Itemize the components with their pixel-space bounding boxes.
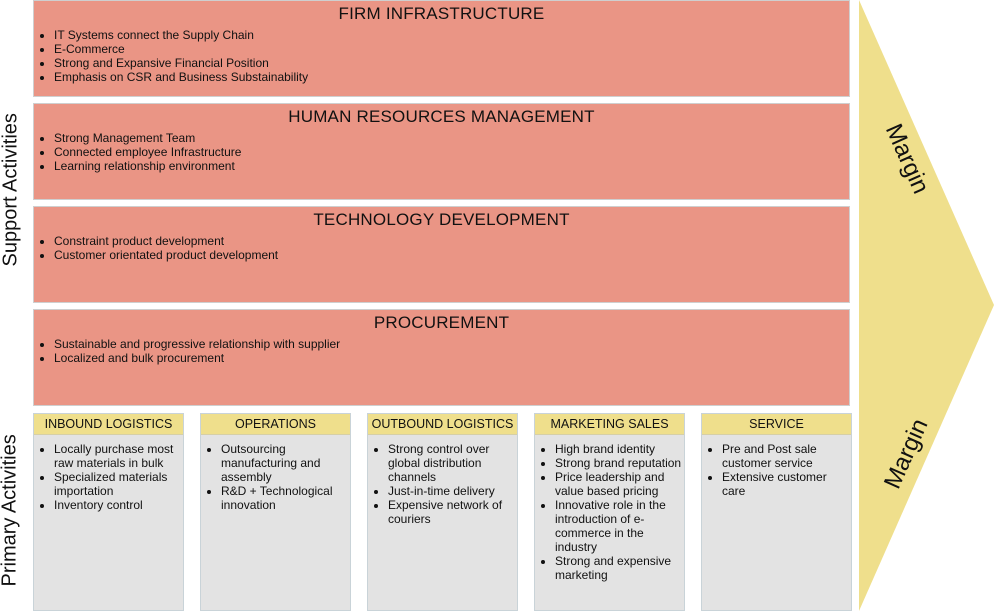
support-activity-human-resources-management: HUMAN RESOURCES MANAGEMENT Strong Managem… <box>33 103 850 200</box>
support-activity-title: HUMAN RESOURCES MANAGEMENT <box>288 107 595 126</box>
list-item: Customer orientated product development <box>54 248 849 262</box>
list-item: Sustainable and progressive relationship… <box>54 337 849 351</box>
list-item: E-Commerce <box>54 42 849 56</box>
list-item: Strong brand reputation <box>555 456 684 470</box>
list-item: Strong control over global distribution … <box>388 442 517 484</box>
list-item: Expensive network of couriers <box>388 498 517 526</box>
primary-activity-operations: OPERATIONS Outsourcing manufacturing and … <box>200 413 351 611</box>
list-item: Strong Management Team <box>54 131 849 145</box>
support-activity-list: Sustainable and progressive relationship… <box>34 337 849 365</box>
list-item: R&D + Technological innovation <box>221 484 350 512</box>
list-item: Extensive customer care <box>722 470 851 498</box>
primary-activity-title: OUTBOUND LOGISTICS <box>368 414 517 435</box>
support-activities-label: Support Activities <box>0 113 22 267</box>
primary-activity-title: OPERATIONS <box>201 414 350 435</box>
primary-activity-inbound-logistics: INBOUND LOGISTICS Locally purchase most r… <box>33 413 184 611</box>
support-activity-procurement: PROCUREMENT Sustainable and progressive r… <box>33 309 850 406</box>
primary-activities-label: Primary Activities <box>0 434 21 587</box>
primary-activity-list: Locally purchase most raw materials in b… <box>34 442 183 512</box>
list-item: Learning relationship environment <box>54 159 849 173</box>
list-item: Specialized materials importation <box>54 470 183 498</box>
support-activity-list: IT Systems connect the Supply ChainE-Com… <box>34 28 849 84</box>
primary-activity-list: High brand identityStrong brand reputati… <box>535 442 684 582</box>
primary-activity-marketing-sales: MARKETING SALESHigh brand identityStrong… <box>534 413 685 611</box>
primary-activity-title: SERVICE <box>702 414 851 435</box>
list-item: Localized and bulk procurement <box>54 351 849 365</box>
list-item: Just-in-time delivery <box>388 484 517 498</box>
primary-activity-outbound-logistics: OUTBOUND LOGISTICS Strong control over gl… <box>367 413 518 611</box>
primary-activity-service: SERVICE Pre and Post sale customer servic… <box>701 413 852 611</box>
support-activity-list: Strong Management TeamConnected employee… <box>34 131 849 173</box>
support-activity-firm-infrastructure: FIRM INFRASTRUCTURE IT Systems connect th… <box>33 0 850 97</box>
list-item: Strong and expensive marketing <box>555 554 684 582</box>
support-activity-technology-development: TECHNOLOGY DEVELOPMENT Constraint product… <box>33 206 850 303</box>
support-activity-title: FIRM INFRASTRUCTURE <box>338 4 545 23</box>
list-item: IT Systems connect the Supply Chain <box>54 28 849 42</box>
primary-activity-list: Pre and Post sale customer serviceExtens… <box>702 442 851 498</box>
primary-activity-list: Outsourcing manufacturing and assemblyR&… <box>201 442 350 512</box>
list-item: Price leadership and value based pricing <box>555 470 684 498</box>
primary-activity-title: MARKETING SALES <box>535 414 684 435</box>
support-activity-list: Constraint product developmentCustomer o… <box>34 234 849 262</box>
list-item: Outsourcing manufacturing and assembly <box>221 442 350 484</box>
support-activity-title: TECHNOLOGY DEVELOPMENT <box>313 210 570 229</box>
list-item: Emphasis on CSR and Business Substainabi… <box>54 70 849 84</box>
list-item: Locally purchase most raw materials in b… <box>54 442 183 470</box>
list-item: Constraint product development <box>54 234 849 248</box>
primary-activity-title: INBOUND LOGISTICS <box>34 414 183 435</box>
list-item: High brand identity <box>555 442 684 456</box>
list-item: Pre and Post sale customer service <box>722 442 851 470</box>
list-item: Strong and Expansive Financial Position <box>54 56 849 70</box>
list-item: Connected employee Infrastructure <box>54 145 849 159</box>
list-item: Inventory control <box>54 498 183 512</box>
list-item: Innovative role in the introduction of e… <box>555 498 684 554</box>
primary-activity-list: Strong control over global distribution … <box>368 442 517 526</box>
support-activity-title: PROCUREMENT <box>373 313 510 332</box>
